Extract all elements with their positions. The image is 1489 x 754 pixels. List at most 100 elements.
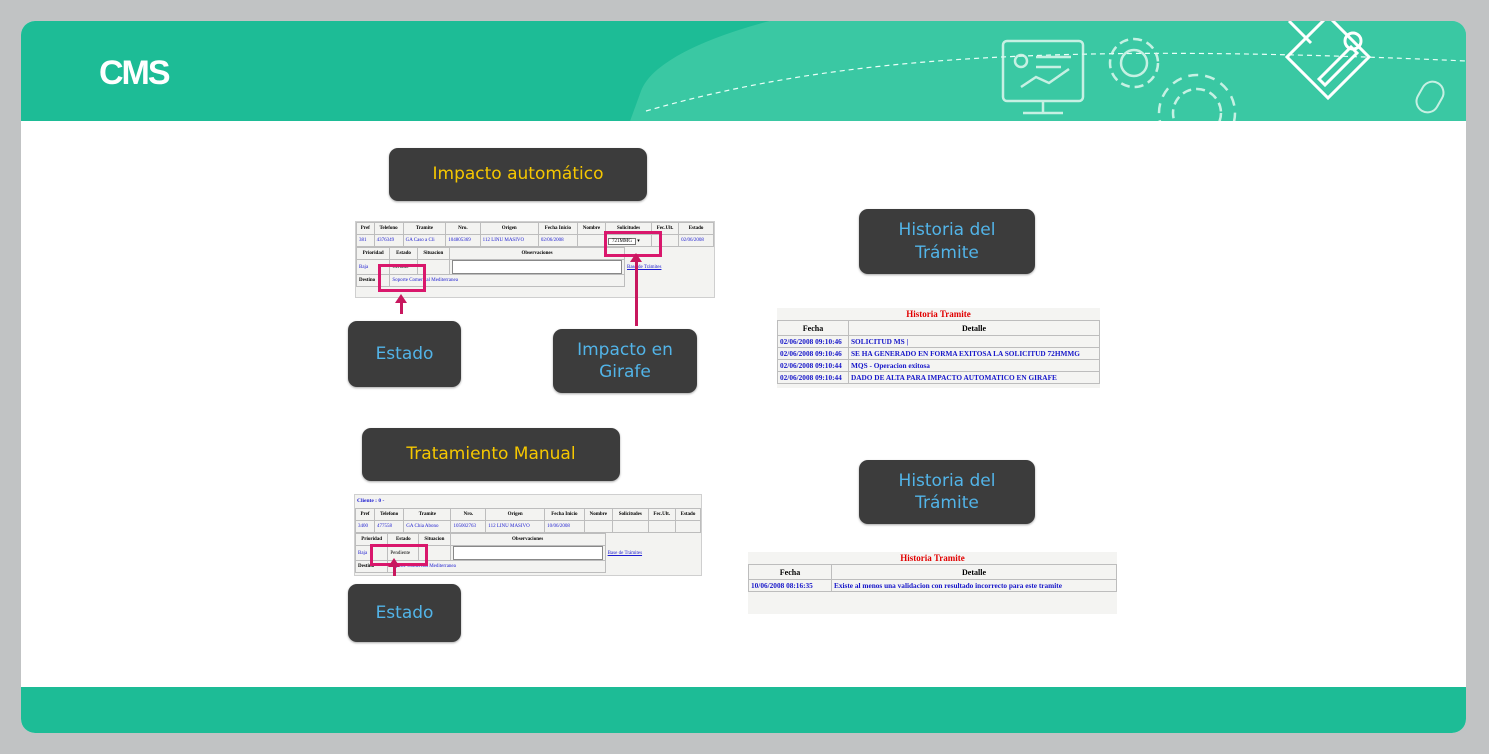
table-cell: 112 LINU MASIVO (479, 234, 539, 247)
historia-text-1b: Trámite (915, 242, 979, 263)
table-cell (612, 520, 649, 533)
col-header: Estado (674, 508, 701, 521)
table-cell[interactable]: 105002763 (450, 520, 487, 533)
fecha-cell: 02/06/2008 09:10:46 (777, 347, 849, 360)
col-header: Observaciones (449, 533, 606, 546)
tratamiento-manual-label: Tratamiento Manual (362, 428, 620, 481)
detalle-cell: DADO DE ALTA PARA IMPACTO AUTOMATICO EN … (848, 371, 1100, 384)
mouse-icon (1415, 80, 1445, 114)
historia-tramite-panel-2: Historia Tramite Fecha Detalle 10/06/200… (748, 552, 1117, 614)
spacer (625, 275, 676, 287)
spacer (605, 534, 654, 546)
fecha-cell: 02/06/2008 09:10:44 (777, 371, 849, 384)
estado-label-2: Estado (348, 584, 461, 642)
slide-card: CMS Impacto automático Pref Telefono Tra… (21, 21, 1466, 733)
historia-table-2: Fecha Detalle 10/06/2008 08:16:35 Existe… (748, 564, 1117, 592)
table-cell: 3400 (355, 520, 375, 533)
tramite-table-2: Pref Telefono Tramite Nro. Origen Fecha … (355, 508, 701, 533)
col-header: Fec.Ult. (647, 508, 676, 521)
col-header-detalle: Detalle (831, 564, 1117, 580)
table-row: 02/06/2008 09:10:46 SOLICITUD MS | (777, 335, 1100, 348)
estado-text-1: Estado (375, 343, 434, 364)
col-header: Nro. (445, 222, 481, 235)
cliente-text: Cliente : 0 - (357, 498, 385, 504)
historia-text-2b: Trámite (915, 493, 979, 513)
table-cell: 112 LINU MASIVO (485, 520, 546, 533)
col-header: Nombre (576, 222, 606, 235)
footer-bar (21, 687, 1466, 733)
table-cell (576, 234, 606, 247)
col-header: Nro. (450, 508, 487, 521)
estado-text-2: Estado (375, 602, 434, 623)
historia-label-1: Historia del Trámite (859, 209, 1035, 274)
col-header: Fecha Inicio (544, 508, 585, 521)
historia-table-1: Fecha Detalle 02/06/2008 09:10:46 SOLICI… (777, 320, 1100, 384)
table-cell[interactable]: GA Caso a Cli (402, 234, 447, 247)
col-header: Telefono (373, 222, 404, 235)
col-header: Estado (678, 222, 714, 235)
base-tramites-link[interactable]: Base de Trámites (605, 546, 654, 561)
table-cell (647, 520, 676, 533)
impacto-girafe-text-1: Impacto en (577, 339, 673, 360)
col-header: Origen (485, 508, 546, 521)
detalle-cell: Existe al menos una validacion con resul… (831, 579, 1117, 592)
impacto-girafe-text-2: Girafe (599, 362, 651, 382)
monitor-presentation-icon (1001, 39, 1085, 115)
historia-text-2a: Historia del (898, 470, 996, 491)
observaciones-textarea[interactable] (449, 545, 606, 561)
header-bar: CMS (21, 21, 1466, 121)
table-cell: 477558 (373, 520, 405, 533)
fecha-cell: 02/06/2008 09:10:44 (777, 359, 849, 372)
table-row: 10/06/2008 08:16:35 Existe al menos una … (748, 579, 1117, 592)
historia-tramite-panel-1: Historia Tramite Fecha Detalle 02/06/200… (777, 308, 1100, 388)
table-cell (674, 520, 701, 533)
estado-arrow (395, 294, 407, 314)
estado-highlight (378, 264, 426, 292)
col-header-detalle: Detalle (848, 320, 1100, 336)
col-header: Estado (389, 247, 418, 260)
table-row: 02/06/2008 09:10:44 MQS - Operacion exit… (777, 359, 1100, 372)
col-header: Tramite (402, 222, 447, 235)
spacer (605, 561, 654, 573)
estado-label-1: Estado (348, 321, 461, 387)
historia-text-1a: Historia del (898, 220, 996, 241)
col-header: Prioridad (356, 247, 391, 260)
col-header: Telefono (373, 508, 405, 521)
estado-arrow-2 (388, 558, 400, 576)
col-header: Nombre (583, 508, 614, 521)
detalle-cell: SE HA GENERADO EN FORMA EXITOSA LA SOLIC… (848, 347, 1100, 360)
table-cell[interactable]: GA Chia Abono (403, 520, 452, 533)
col-header: Solicitudes (612, 508, 649, 521)
col-header: Pref (355, 508, 375, 521)
col-header-fecha: Fecha (748, 564, 832, 580)
observaciones-textarea[interactable] (449, 259, 625, 275)
table-cell: 02/06/2008 (537, 234, 578, 247)
detalle-cell: SOLICITUD MS | (848, 335, 1100, 348)
fecha-cell: 10/06/2008 08:16:35 (748, 579, 832, 592)
detalle-cell: MQS - Operacion exitosa (848, 359, 1100, 372)
col-header-fecha: Fecha (777, 320, 849, 336)
impacto-girafe-label: Impacto en Girafe (553, 329, 697, 393)
header-decoration (645, 21, 1466, 121)
girafe-arrow (630, 253, 642, 326)
col-header: Observaciones (449, 247, 625, 260)
table-cell (583, 520, 614, 533)
col-header: Pref (356, 222, 375, 235)
gear-icon (1108, 37, 1237, 121)
table-cell: 10/06/2008 (544, 520, 585, 533)
historia-label-2: Historia del Trámite (859, 460, 1035, 524)
table-row: 02/06/2008 09:10:44 DADO DE ALTA PARA IM… (777, 371, 1100, 384)
tratamiento-manual-text: Tratamiento Manual (406, 444, 576, 465)
col-header: Origen (479, 222, 539, 235)
impacto-automatico-text: Impacto automático (432, 164, 604, 185)
table-cell[interactable]: 104805369 (445, 234, 481, 247)
tools-diamond-icon (1284, 21, 1372, 101)
table-cell: 381 (356, 234, 375, 247)
impacto-automatico-label: Impacto automático (389, 148, 647, 201)
table-cell: 02/06/2008 (678, 234, 714, 247)
col-header: Situacion (416, 247, 451, 260)
col-header: Fecha Inicio (537, 222, 578, 235)
table-cell: 4376349 (373, 234, 404, 247)
table-row: 02/06/2008 09:10:46 SE HA GENERADO EN FO… (777, 347, 1100, 360)
fecha-cell: 02/06/2008 09:10:46 (777, 335, 849, 348)
